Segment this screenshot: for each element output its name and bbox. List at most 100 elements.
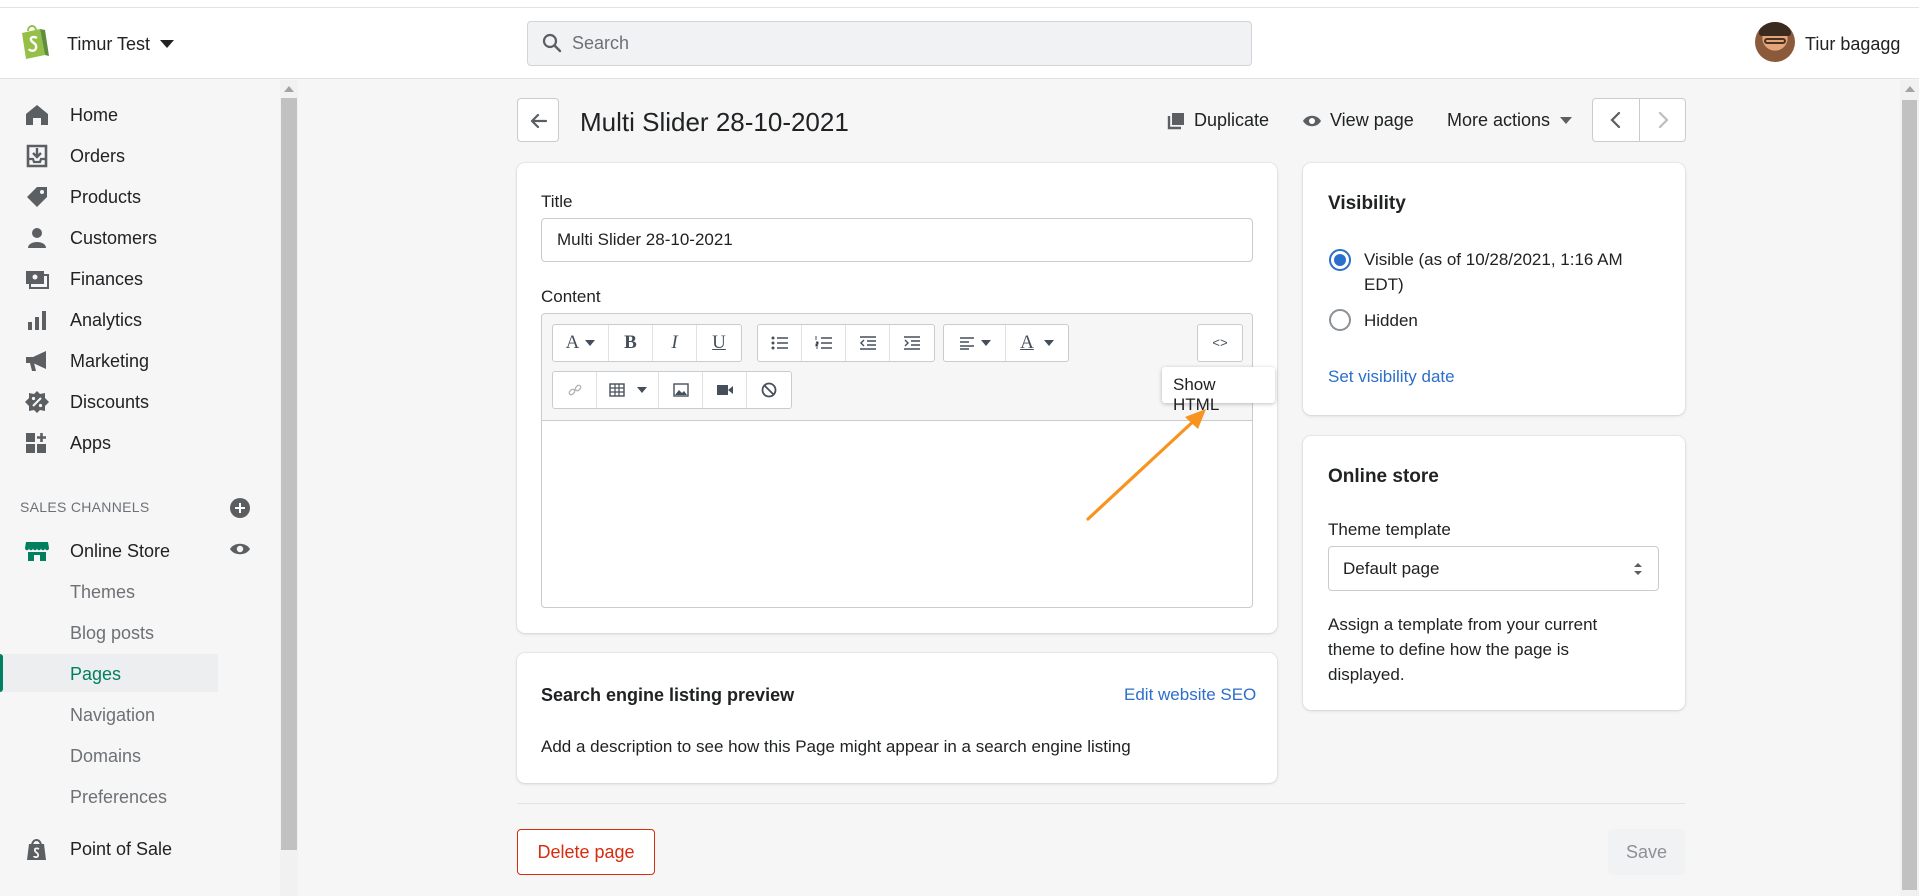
person-icon [28, 228, 46, 248]
align-dropdown[interactable] [944, 325, 1006, 361]
edit-website-seo-link[interactable]: Edit website SEO [1124, 685, 1256, 705]
sidebar-item-home[interactable]: Home [0, 95, 218, 133]
sidebar-subitem-label: Blog posts [70, 623, 155, 643]
theme-template-select[interactable]: Default page [1328, 546, 1659, 591]
hidden-radio[interactable] [1329, 309, 1351, 331]
bold-button[interactable]: B [609, 325, 653, 361]
sidebar-item-products[interactable]: Products [0, 177, 218, 215]
search-icon [542, 33, 562, 53]
table-icon [608, 383, 625, 397]
alignment-color-group: A [943, 324, 1069, 362]
store-name[interactable]: Timur Test [67, 34, 150, 55]
table-dropdown[interactable] [597, 372, 659, 408]
more-actions-label: More actions [1447, 110, 1551, 130]
save-button[interactable]: Save [1608, 829, 1685, 875]
sidebar-subitem-pages[interactable]: Pages [0, 654, 218, 692]
bullet-list-icon[interactable] [758, 325, 802, 361]
search-bar[interactable] [527, 21, 1252, 66]
delete-page-button[interactable]: Delete page [517, 829, 655, 875]
image-icon[interactable] [659, 372, 703, 408]
title-input[interactable]: Multi Slider 28-10-2021 [541, 218, 1253, 262]
align-left-icon [959, 337, 974, 350]
finances-icon [26, 271, 49, 289]
sidebar-item-marketing[interactable]: Marketing [0, 341, 218, 379]
annotation-arrow [1086, 409, 1206, 521]
text-color-dropdown[interactable]: A [1006, 325, 1068, 361]
sidebar-subitem-domains[interactable]: Domains [0, 736, 218, 774]
apps-icon [26, 433, 46, 453]
show-html-group: <> [1197, 324, 1243, 362]
sidebar-scrollbar[interactable] [280, 80, 298, 896]
sidebar-subitem-preferences[interactable]: Preferences [0, 777, 218, 815]
view-online-store-eye-icon[interactable] [229, 541, 251, 557]
sidebar-item-orders[interactable]: Orders [0, 136, 218, 174]
font-style-dropdown[interactable]: A [553, 325, 609, 361]
show-html-tooltip: Show HTML [1162, 367, 1275, 414]
sidebar-item-label: Marketing [70, 351, 150, 371]
shopify-logo-icon[interactable] [18, 24, 50, 60]
sidebar-item-online-store[interactable]: Online Store [0, 531, 218, 569]
storefront-icon [25, 542, 49, 561]
show-html-button[interactable]: <> [1198, 325, 1242, 361]
outdent-icon[interactable] [846, 325, 890, 361]
video-icon[interactable] [703, 372, 747, 408]
sidebar-item-customers[interactable]: Customers [0, 218, 218, 256]
underline-button[interactable]: U [697, 325, 741, 361]
search-input[interactable] [572, 22, 1232, 65]
duplicate-label: Duplicate [1194, 110, 1270, 130]
sidebar-item-label: Apps [70, 433, 112, 453]
more-actions-button[interactable]: More actions [1447, 110, 1573, 131]
sidebar-item-discounts[interactable]: Discounts [0, 382, 218, 420]
view-page-button[interactable]: View page [1302, 110, 1414, 131]
page-pagination [1592, 98, 1686, 142]
sidebar-item-label: Online Store [70, 541, 171, 561]
user-avatar[interactable] [1755, 22, 1795, 62]
sidebar-item-label: Discounts [70, 392, 150, 412]
sidebar-subitem-navigation[interactable]: Navigation [0, 695, 218, 733]
seo-preview-card [517, 653, 1277, 783]
set-visibility-date-link[interactable]: Set visibility date [1328, 367, 1455, 387]
orders-icon [26, 144, 48, 168]
link-icon[interactable] [553, 372, 597, 408]
sidebar-subitem-label: Pages [70, 664, 122, 684]
hidden-label: Hidden [1364, 311, 1418, 330]
sidebar-item-analytics[interactable]: Analytics [0, 300, 218, 338]
seo-card-title: Search engine listing preview [541, 685, 795, 705]
add-sales-channel-icon[interactable] [230, 498, 250, 518]
eye-icon [1303, 115, 1321, 126]
next-page-button[interactable] [1640, 99, 1686, 141]
sidebar-subitem-label: Domains [70, 746, 142, 766]
chevron-right-icon [1658, 111, 1669, 129]
discount-icon [25, 391, 49, 413]
sidebar-item-finances[interactable]: Finances [0, 259, 218, 297]
clear-formatting-icon[interactable] [747, 372, 791, 408]
chevron-left-icon [1610, 111, 1621, 129]
sidebar-item-label: Products [70, 187, 142, 207]
home-icon [26, 105, 48, 125]
back-button[interactable] [517, 98, 559, 142]
sidebar-subitem-themes[interactable]: Themes [0, 572, 218, 610]
visible-label-line2: EDT) [1364, 275, 1404, 294]
template-help-line1: Assign a template from your current [1328, 615, 1598, 634]
italic-button[interactable]: I [653, 325, 697, 361]
sidebar-item-point-of-sale[interactable]: Point of Sale [0, 829, 218, 867]
list-group [757, 324, 935, 362]
view-page-label: View page [1330, 110, 1414, 130]
duplicate-button[interactable]: Duplicate [1166, 110, 1269, 131]
indent-icon[interactable] [890, 325, 934, 361]
sidebar-item-label: Customers [70, 228, 158, 248]
sidebar-item-apps[interactable]: Apps [0, 423, 218, 461]
caret-down-icon [1560, 117, 1573, 124]
sidebar-subitem-blog-posts[interactable]: Blog posts [0, 613, 218, 651]
insert-group [552, 371, 792, 409]
text-format-group: A B I U [552, 324, 742, 362]
store-switcher-caret-icon[interactable] [160, 40, 174, 48]
user-name[interactable]: Tiur bagagg [1805, 34, 1900, 55]
numbered-list-icon[interactable] [802, 325, 846, 361]
previous-page-button[interactable] [1593, 99, 1639, 141]
active-indicator [0, 654, 3, 692]
theme-template-value: Default page [1343, 559, 1440, 578]
main-scrollbar[interactable] [1900, 80, 1919, 896]
tag-icon [27, 187, 47, 207]
visible-radio[interactable] [1329, 249, 1351, 271]
